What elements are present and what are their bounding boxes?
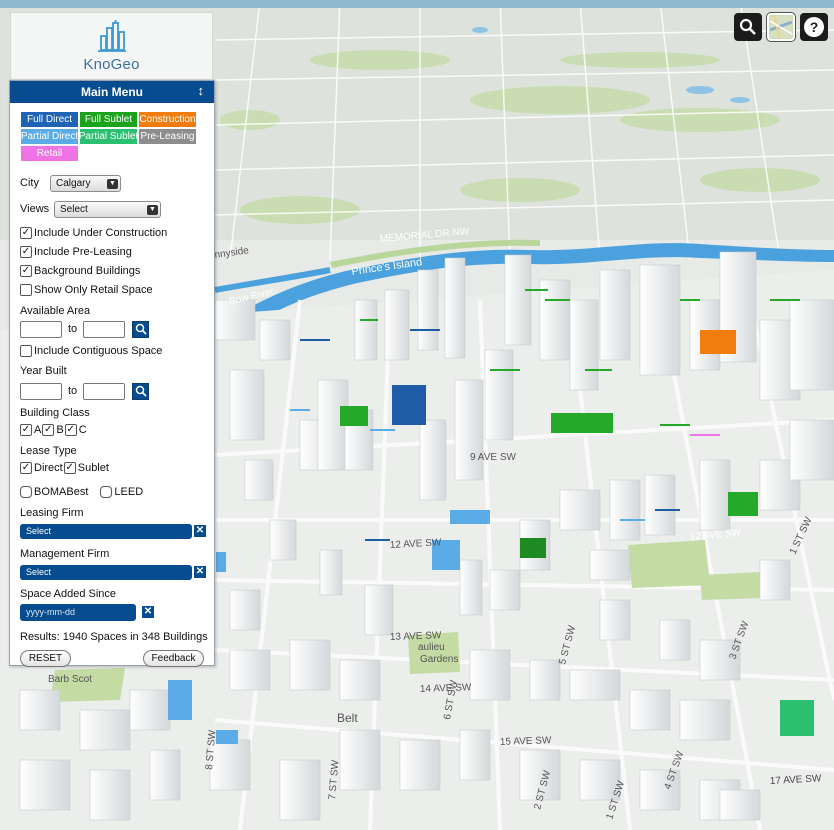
main-menu-title: Main Menu <box>81 85 143 99</box>
available-area-search-button[interactable] <box>132 320 150 338</box>
background-buildings-checkbox[interactable]: ✓ <box>20 265 32 277</box>
help-button[interactable]: ? <box>800 13 828 41</box>
views-select-value: Select <box>60 203 88 215</box>
legend-partial-direct: Partial Direct <box>20 128 79 145</box>
legend-retail: Retail <box>20 145 79 162</box>
legend-full-direct: Full Direct <box>20 111 79 128</box>
available-area-min-input[interactable] <box>20 320 62 338</box>
city-select[interactable]: Calgary ▼ <box>50 174 121 192</box>
year-built-label: Year Built <box>20 365 67 377</box>
reset-button-label: RESET <box>28 652 63 664</box>
label-15-ave: 15 AVE SW <box>500 735 552 748</box>
background-buildings-label: Background Buildings <box>34 265 141 277</box>
include-pre-leasing-checkbox[interactable]: ✓ <box>20 246 32 258</box>
city-select-value: Calgary <box>56 177 91 189</box>
search-icon <box>135 323 147 335</box>
space-added-date-placeholder: yyyy-mm-dd <box>26 607 75 617</box>
search-icon <box>135 385 147 397</box>
available-area-label: Available Area <box>20 305 91 317</box>
results-summary: Results: 1940 Spaces in 348 Buildings <box>20 631 208 643</box>
legend-pre-leasing: Pre-Leasing <box>138 128 197 145</box>
available-area-max-input[interactable] <box>83 320 126 338</box>
management-firm-select-value: Select <box>26 567 52 577</box>
direct-checkbox[interactable]: ✓ <box>20 462 32 474</box>
label-belt: Belt <box>337 711 358 725</box>
available-area-to-label: to <box>68 323 78 335</box>
main-menu-panel: Main Menu ↕ Full Direct Full Sublet Cons… <box>9 80 215 667</box>
include-contiguous-checkbox[interactable] <box>20 345 32 357</box>
resize-vertical-icon[interactable]: ↕ <box>198 83 205 98</box>
city-skyline-icon <box>97 19 126 52</box>
feedback-button[interactable]: Feedback <box>143 649 204 667</box>
leed-label: LEED <box>114 486 144 498</box>
chevron-down-icon: ▼ <box>107 178 118 189</box>
basemap-toggle-button[interactable] <box>767 13 795 41</box>
label-park: Barb Scot <box>48 674 92 685</box>
year-built-to-label: to <box>68 385 78 397</box>
class-b-label: B <box>56 424 64 436</box>
leasing-firm-select-value: Select <box>26 526 52 536</box>
logo-text: KnoGeo <box>83 55 140 73</box>
include-contiguous-label: Include Contiguous Space <box>34 345 163 357</box>
legend-construction: Construction <box>138 111 197 128</box>
leasing-firm-select[interactable]: Select <box>20 523 192 539</box>
legend-full-sublet: Full Sublet <box>79 111 138 128</box>
class-b-checkbox[interactable]: ✓ <box>42 424 55 436</box>
reset-button[interactable]: RESET <box>20 649 71 667</box>
leasing-firm-label: Leasing Firm <box>20 506 84 519</box>
management-firm-select[interactable]: Select <box>20 564 192 580</box>
lease-type-label: Lease Type <box>20 444 77 457</box>
show-only-retail-checkbox[interactable] <box>20 284 32 296</box>
year-built-search-button[interactable] <box>132 382 150 400</box>
top-strip <box>0 0 834 8</box>
space-type-legend: Full Direct Full Sublet Construction Par… <box>20 111 197 162</box>
label-9-ave: 9 AVE SW <box>470 452 517 463</box>
clear-leasing-firm-icon[interactable]: ✕ <box>194 525 206 537</box>
direct-label: Direct <box>34 462 63 474</box>
sublet-label: Sublet <box>77 462 109 474</box>
svg-text:?: ? <box>810 19 819 35</box>
management-firm-label: Management Firm <box>20 547 110 560</box>
class-c-checkbox[interactable]: ✓ <box>64 424 77 436</box>
clear-space-added-icon[interactable]: ✕ <box>142 606 154 618</box>
show-only-retail-label: Show Only Retail Space <box>34 284 153 296</box>
main-menu-header[interactable]: Main Menu ↕ <box>10 81 214 103</box>
space-added-since-label: Space Added Since <box>20 587 117 600</box>
include-pre-leasing-label: Include Pre-Leasing <box>34 246 132 258</box>
bomabest-checkbox[interactable] <box>20 486 32 498</box>
legend-partial-sublet: Partial Sublet <box>79 128 138 145</box>
views-select[interactable]: Select ▼ <box>54 200 161 218</box>
map-search-button[interactable] <box>734 13 762 41</box>
bomabest-label: BOMABest <box>34 486 89 498</box>
chevron-down-icon: ▼ <box>147 204 158 215</box>
views-label: Views <box>20 203 50 215</box>
clear-management-firm-icon[interactable]: ✕ <box>194 566 206 578</box>
include-under-construction-checkbox[interactable]: ✓ <box>20 227 32 239</box>
help-icon: ? <box>804 17 824 37</box>
logo-panel: KnoGeo <box>10 12 213 80</box>
leed-checkbox[interactable] <box>100 486 113 498</box>
city-label: City <box>20 177 39 189</box>
building-class-label: Building Class <box>20 407 90 419</box>
label-gardens: Gardens <box>420 654 458 665</box>
year-built-max-input[interactable] <box>83 382 126 400</box>
year-built-min-input[interactable] <box>20 382 62 400</box>
feedback-button-label: Feedback <box>151 652 196 664</box>
basemap-icon <box>770 16 792 38</box>
sublet-checkbox[interactable]: ✓ <box>63 462 76 474</box>
class-a-checkbox[interactable]: ✓ <box>20 424 32 436</box>
search-icon <box>739 18 756 35</box>
class-a-label: A <box>34 424 42 436</box>
include-under-construction-label: Include Under Construction <box>34 227 168 239</box>
label-beaulieu: aulieu <box>418 642 445 653</box>
space-added-date-input[interactable]: yyyy-mm-dd <box>20 603 136 621</box>
class-c-label: C <box>78 424 87 436</box>
